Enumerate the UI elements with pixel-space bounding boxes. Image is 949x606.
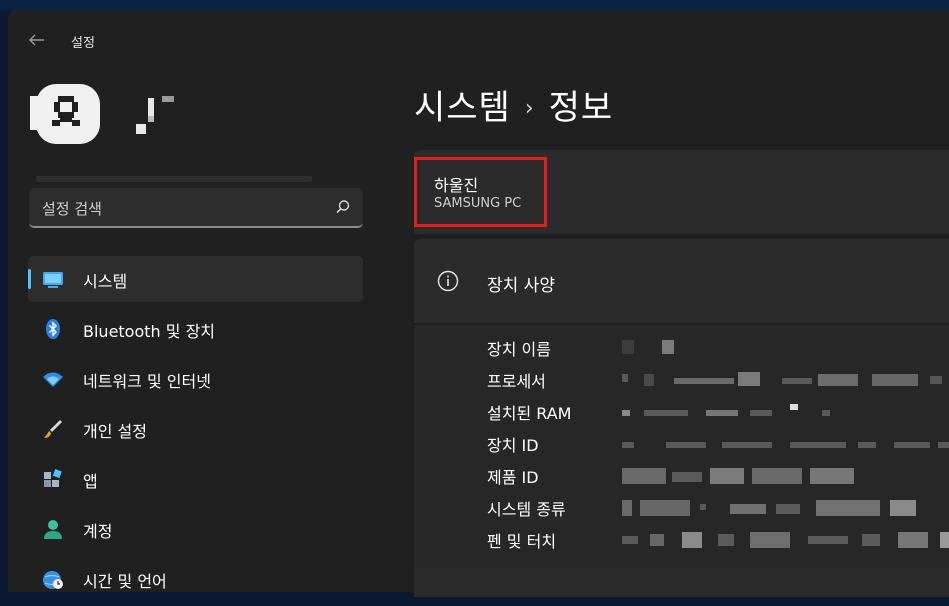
account-icon	[42, 518, 64, 540]
sidebar-item-personalization[interactable]: 개인 설정	[28, 406, 363, 452]
search-placeholder: 설정 검색	[42, 200, 102, 218]
page-title: 정보	[548, 88, 614, 128]
spec-label: 시스템 종류	[487, 500, 566, 519]
back-arrow-icon[interactable]	[24, 28, 48, 52]
globe-clock-icon	[42, 568, 64, 590]
sidebar-item-system[interactable]: 시스템	[28, 256, 363, 302]
sidebar-item-label: Bluetooth 및 장치	[83, 322, 216, 341]
spec-value-redacted	[622, 468, 949, 484]
sidebar-item-label: 시스템	[83, 272, 128, 291]
user-name-redacted	[136, 94, 176, 138]
sidebar-item-label: 계정	[83, 522, 113, 541]
spec-value-redacted	[622, 500, 949, 516]
sidebar-item-bluetooth[interactable]: Bluetooth 및 장치	[28, 306, 363, 352]
brush-icon	[42, 418, 64, 440]
sidebar-item-label: 네트워크 및 인터넷	[83, 372, 211, 391]
search-box[interactable]: 설정 검색	[29, 188, 363, 228]
desktop-background	[0, 0, 949, 10]
account-email-redacted	[36, 176, 312, 182]
spec-row: 시스템 종류	[487, 496, 947, 520]
spec-value-redacted	[622, 372, 949, 388]
spec-row: 장치 이름	[487, 336, 947, 360]
apps-icon	[42, 468, 64, 490]
device-specs-title: 장치 사양	[487, 276, 555, 296]
sidebar-item-accounts[interactable]: 계정	[28, 506, 363, 552]
breadcrumb-parent[interactable]: 시스템	[414, 88, 511, 128]
avatar[interactable]	[30, 76, 106, 152]
next-card	[414, 568, 949, 597]
app-title: 설정	[71, 36, 95, 51]
title-bar: 설정	[8, 10, 949, 54]
spec-label: 장치 이름	[487, 340, 551, 359]
breadcrumb: 시스템 › 정보	[414, 80, 613, 129]
spec-value-redacted	[622, 532, 949, 548]
sidebar-item-apps[interactable]: 앱	[28, 456, 363, 502]
spec-label: 설치된 RAM	[487, 404, 572, 423]
bluetooth-icon	[42, 318, 64, 340]
spec-row: 설치된 RAM	[487, 400, 947, 424]
system-monitor-icon	[42, 268, 64, 290]
wifi-icon	[42, 368, 64, 390]
sidebar-item-label: 시간 및 언어	[83, 572, 167, 591]
spec-value-redacted	[622, 436, 949, 452]
active-indicator	[28, 269, 31, 289]
spec-row: 제품 ID	[487, 464, 947, 488]
spec-label: 펜 및 터치	[487, 532, 557, 551]
spec-label: 장치 ID	[487, 436, 539, 455]
spec-row: 장치 ID	[487, 432, 949, 456]
spec-row: 펜 및 터치	[487, 528, 949, 552]
sidebar-item-time-language[interactable]: 시간 및 언어	[28, 556, 363, 602]
sidebar-nav: 시스템 Bluetooth 및 장치 네트워크 및 인터넷 개인 설정 앱 계정	[28, 256, 364, 606]
sidebar-item-label: 개인 설정	[83, 422, 147, 441]
spec-label: 프로세서	[487, 372, 546, 391]
search-icon[interactable]	[335, 199, 351, 215]
spec-value-redacted	[622, 404, 949, 420]
breadcrumb-separator: ›	[524, 96, 535, 121]
highlight-box	[414, 157, 547, 227]
sidebar-item-network[interactable]: 네트워크 및 인터넷	[28, 356, 363, 402]
spec-value-redacted	[622, 340, 949, 356]
info-icon	[437, 270, 459, 292]
spec-row: 프로세서	[487, 368, 947, 392]
sidebar-item-label: 앱	[83, 472, 98, 491]
spec-label: 제품 ID	[487, 468, 539, 487]
